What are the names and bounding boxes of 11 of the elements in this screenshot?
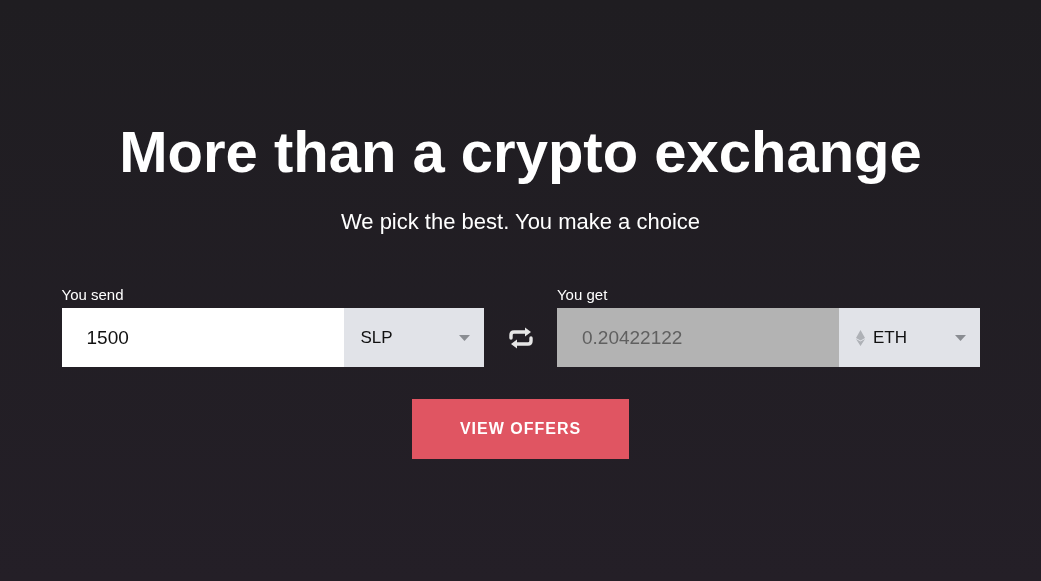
subtitle: We pick the best. You make a choice: [340, 208, 701, 236]
amount-field[interactable]: 1500: [61, 308, 344, 367]
field-label: You send: [61, 286, 125, 304]
swap-icon[interactable]: [506, 325, 535, 350]
caret-icon: [954, 334, 966, 341]
view-offers-button[interactable]: VIEW OFFERS: [412, 399, 629, 459]
caret-icon: [459, 334, 471, 341]
field-label: You get: [556, 286, 609, 304]
ether-icon: [855, 329, 865, 346]
currency-select[interactable]: SLP: [343, 308, 485, 367]
headline: More than a crypto exchange: [119, 118, 922, 186]
